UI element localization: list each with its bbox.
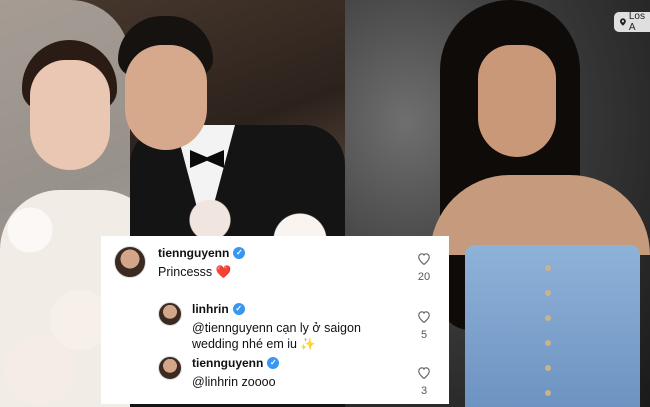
verified-badge-icon: ✓: [232, 303, 245, 315]
heart-icon[interactable]: [417, 366, 431, 379]
dress-button: [545, 265, 551, 271]
username-text[interactable]: tiennguyenn: [158, 246, 229, 260]
groom-face: [125, 45, 207, 150]
comment-text: @linhrin zoooo: [192, 375, 276, 389]
like-control[interactable]: 20: [414, 252, 434, 283]
verified-badge-icon: ✓: [267, 357, 280, 369]
like-count: 20: [417, 271, 431, 283]
comment-username[interactable]: linhrin ✓: [192, 302, 392, 316]
denim-dress: [465, 245, 640, 407]
dress-button: [545, 365, 551, 371]
comment-item: tiennguyenn ✓ Princesss ❤️: [114, 246, 246, 280]
verified-badge-icon: ✓: [233, 247, 246, 259]
avatar[interactable]: [158, 356, 182, 380]
like-count: 5: [420, 329, 428, 341]
comment-username[interactable]: tiennguyenn ✓: [158, 246, 246, 260]
heart-icon[interactable]: [417, 252, 431, 265]
username-text[interactable]: linhrin: [192, 302, 229, 316]
dress-button: [545, 340, 551, 346]
location-pin-icon: [620, 18, 626, 26]
dress-button: [545, 390, 551, 396]
location-tag[interactable]: Los A: [614, 11, 650, 33]
location-label: Los A: [628, 11, 645, 33]
reply-item: linhrin ✓ @tiennguyenn cạn ly ở saigon w…: [158, 302, 392, 352]
comment-username[interactable]: tiennguyenn ✓: [192, 356, 280, 370]
dress-button: [545, 315, 551, 321]
woman-face: [478, 45, 556, 157]
comment-text: @tiennguyenn cạn ly ở saigon wedding nhé…: [192, 321, 361, 351]
heart-icon[interactable]: [417, 310, 431, 323]
avatar[interactable]: [158, 302, 182, 326]
comment-text: Princesss ❤️: [158, 265, 232, 279]
reply-item: tiennguyenn ✓ @linhrin zoooo: [158, 356, 280, 390]
bride-face: [30, 60, 110, 170]
comments-panel: tiennguyenn ✓ Princesss ❤️ 20 linhrin ✓ …: [101, 236, 449, 404]
like-control[interactable]: 5: [414, 310, 434, 341]
like-control[interactable]: 3: [414, 366, 434, 397]
dress-button: [545, 290, 551, 296]
username-text[interactable]: tiennguyenn: [192, 356, 263, 370]
like-count: 3: [420, 385, 428, 397]
avatar[interactable]: [114, 246, 146, 278]
